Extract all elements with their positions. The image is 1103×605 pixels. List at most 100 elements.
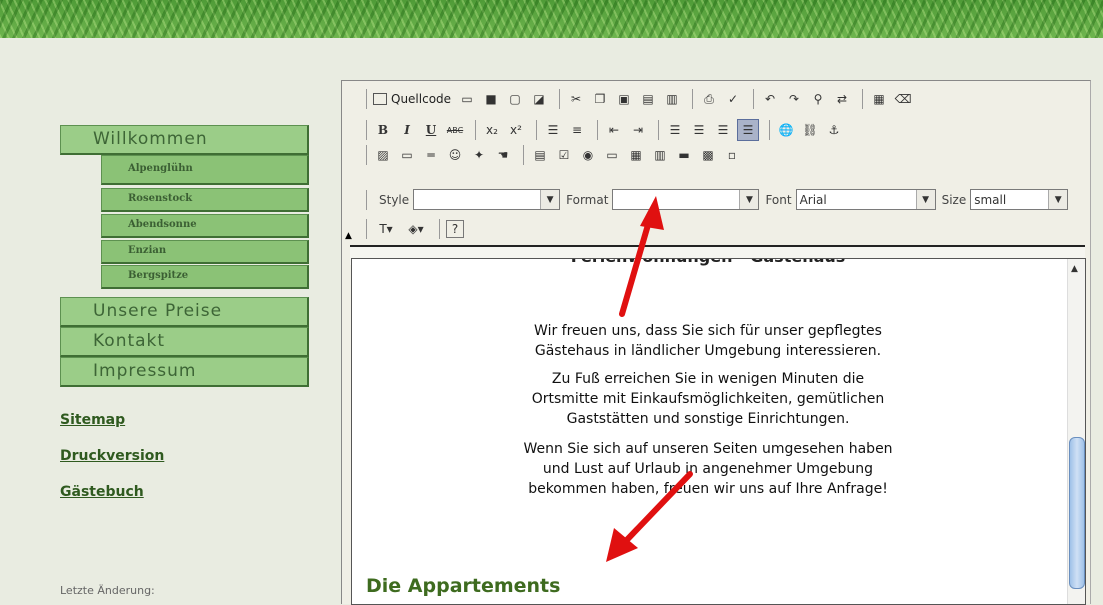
select-all-icon[interactable]: ▦: [869, 89, 889, 109]
strikethrough-icon[interactable]: ABC: [445, 120, 465, 140]
toolbar-row-3: ▨ ▭ ═ ☺ ✦ ☚ ▤ ☑ ◉ ▭ ▦ ▥ ▬ ▩ ▫: [360, 145, 746, 165]
smiley-icon[interactable]: ☺: [445, 145, 465, 165]
redo-icon[interactable]: ↷: [784, 89, 804, 109]
menu-item-unsere-preise[interactable]: Unsere Preise: [60, 297, 309, 327]
size-value: small: [974, 192, 1007, 207]
copy-icon[interactable]: ❐: [590, 89, 610, 109]
chevron-down-icon: ▼: [915, 190, 935, 209]
sitemap-link[interactable]: Sitemap: [60, 412, 125, 428]
style-select[interactable]: ▼: [413, 189, 561, 210]
image-icon[interactable]: ▨: [373, 145, 393, 165]
italic-button[interactable]: I: [397, 120, 417, 140]
collapse-toolbar-icon[interactable]: ▲: [345, 231, 352, 241]
paste-icon[interactable]: ▣: [614, 89, 634, 109]
source-code-icon: [373, 93, 387, 105]
underline-button[interactable]: U: [421, 120, 441, 140]
subscript-icon[interactable]: x₂: [482, 120, 502, 140]
menu-item-willkommen[interactable]: Willkommen: [60, 125, 309, 155]
paragraph-1-line-1: Wir freuen uns, dass Sie sich für unser …: [534, 323, 882, 339]
gaestebuch-link[interactable]: Gästebuch: [60, 484, 144, 500]
button-field-icon[interactable]: ▬: [674, 145, 694, 165]
paste-text-icon[interactable]: ▤: [638, 89, 658, 109]
link-icon[interactable]: 🌐: [776, 120, 796, 140]
druckversion-link[interactable]: Druckversion: [60, 448, 164, 464]
header-banner: [0, 0, 1103, 38]
preview-page-icon[interactable]: ▭: [457, 89, 477, 109]
paragraph-1-line-2: Gästehaus in ländlicher Umgebung interes…: [534, 343, 882, 359]
help-button[interactable]: ?: [446, 220, 464, 238]
unordered-list-icon[interactable]: ≡: [567, 120, 587, 140]
align-right-icon[interactable]: ☰: [713, 120, 733, 140]
print-icon[interactable]: ⎙: [699, 89, 719, 109]
bold-button[interactable]: B: [373, 120, 393, 140]
outdent-icon[interactable]: ⇤: [604, 120, 624, 140]
background-color-icon[interactable]: ◈▾: [403, 219, 429, 239]
unlink-icon[interactable]: ⛓: [800, 120, 820, 140]
checkbox-icon[interactable]: ☑: [554, 145, 574, 165]
submenu-item-enzian[interactable]: Enzian: [101, 240, 309, 264]
textfield-icon[interactable]: ▭: [602, 145, 622, 165]
paragraph-2-line-1: Zu Fuß erreichen Sie in wenigen Minuten …: [551, 371, 865, 387]
save-icon[interactable]: ■: [481, 89, 501, 109]
textarea-icon[interactable]: ▦: [626, 145, 646, 165]
special-char-icon[interactable]: ☚: [493, 145, 513, 165]
superscript-icon[interactable]: x²: [506, 120, 526, 140]
anchor-icon[interactable]: ⚓: [824, 120, 844, 140]
find-icon[interactable]: ⚲: [808, 89, 828, 109]
spellcheck-icon[interactable]: ✓: [723, 89, 743, 109]
toolbar-row-2: B I U ABC x₂ x² ☰ ≡ ⇤ ⇥ ☰ ☰ ☰ ☰ 🌐 ⛓ ⚓: [360, 119, 848, 141]
source-code-button[interactable]: Quellcode: [373, 92, 451, 106]
paragraph-2-line-3: Gaststätten und sonstige Einrichtungen.: [566, 411, 850, 427]
menu-item-kontakt[interactable]: Kontakt: [60, 327, 309, 357]
chevron-down-icon: ▼: [1048, 190, 1068, 209]
radio-icon[interactable]: ◉: [578, 145, 598, 165]
replace-icon[interactable]: ⇄: [832, 89, 852, 109]
paste-word-icon[interactable]: ▥: [662, 89, 682, 109]
content-scrollbar[interactable]: ▲: [1067, 259, 1085, 604]
format-select[interactable]: ▼: [612, 189, 760, 210]
form-icon[interactable]: ▤: [530, 145, 550, 165]
scroll-up-icon[interactable]: ▲: [1071, 264, 1078, 274]
image-button-icon[interactable]: ▩: [698, 145, 718, 165]
paragraph-2-line-2: Ortsmitte mit Einkaufsmöglichkeiten, gem…: [531, 391, 885, 407]
font-select[interactable]: Arial ▼: [795, 189, 936, 210]
appartements-heading: Die Appartements: [366, 575, 561, 597]
flash-icon[interactable]: ✦: [469, 145, 489, 165]
preview-icon[interactable]: ◪: [529, 89, 549, 109]
hidden-field-icon[interactable]: ▫: [722, 145, 742, 165]
menu-item-impressum[interactable]: Impressum: [60, 357, 309, 387]
paragraph-3-line-3: bekommen haben, freuen wir uns auf Ihre …: [528, 481, 888, 497]
toolbar-row-4: Style ▼ Format ▼ Font Arial ▼ Size small ▼: [360, 189, 1069, 210]
submenu-item-alpengluehn[interactable]: Alpenglühn: [101, 155, 309, 185]
cut-icon[interactable]: ✂: [566, 89, 586, 109]
scrollbar-thumb[interactable]: [1069, 437, 1085, 589]
chevron-down-icon: ▼: [540, 190, 560, 209]
text-color-icon[interactable]: T▾: [373, 219, 399, 239]
format-label: Format: [566, 192, 609, 207]
new-page-icon[interactable]: ▢: [505, 89, 525, 109]
align-center-icon[interactable]: ☰: [689, 120, 709, 140]
font-label: Font: [765, 192, 792, 207]
size-label: Size: [941, 192, 967, 207]
remove-format-icon[interactable]: ⌫: [893, 89, 913, 109]
source-code-label: Quellcode: [391, 92, 452, 106]
ordered-list-icon[interactable]: ☰: [543, 120, 563, 140]
chevron-down-icon: ▼: [739, 190, 759, 209]
table-icon[interactable]: ▭: [397, 145, 417, 165]
submenu-item-bergspitze[interactable]: Bergspitze: [101, 265, 309, 289]
toolbar-row-1: Quellcode ▭ ■ ▢ ◪ ✂ ❐ ▣ ▤ ▥ ⎙ ✓ ↶ ↷ ⚲ ⇄ …: [360, 89, 917, 109]
submenu-item-abendsonne[interactable]: Abendsonne: [101, 214, 309, 238]
font-value: Arial: [799, 192, 827, 207]
justify-icon[interactable]: ☰: [737, 119, 759, 141]
select-field-icon[interactable]: ▥: [650, 145, 670, 165]
horizontal-rule-icon[interactable]: ═: [421, 145, 441, 165]
undo-icon[interactable]: ↶: [760, 89, 780, 109]
paragraph-3-line-2: und Lust auf Urlaub in angenehmer Umgebu…: [542, 461, 874, 477]
indent-icon[interactable]: ⇥: [628, 120, 648, 140]
submenu-item-rosenstock[interactable]: Rosenstock: [101, 188, 309, 212]
size-select[interactable]: small ▼: [970, 189, 1069, 210]
paragraph-3-line-1: Wenn Sie sich auf unseren Seiten umgeseh…: [523, 441, 893, 457]
last-change-label: Letzte Änderung:: [60, 584, 155, 597]
align-left-icon[interactable]: ☰: [665, 120, 685, 140]
editor-content-area[interactable]: Ferienwohnungen - Gästehaus Wir freuen u…: [351, 258, 1086, 605]
